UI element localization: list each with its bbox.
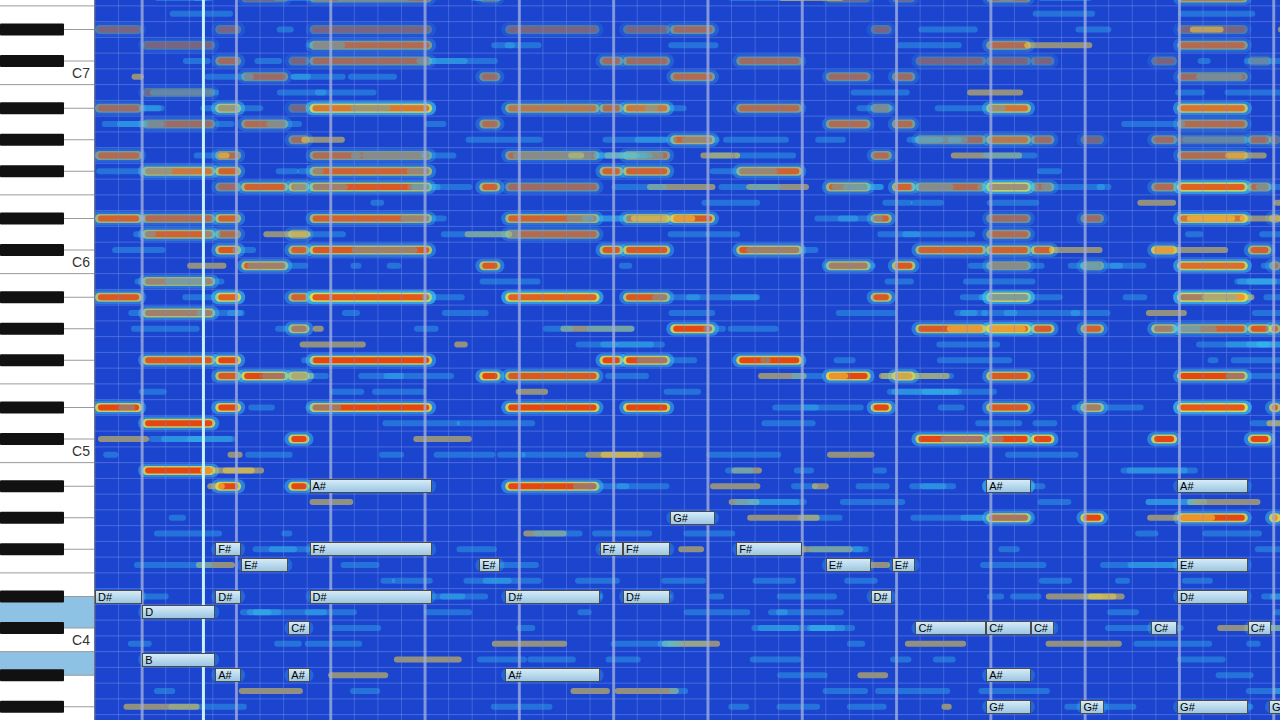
note-block[interactable]: C# xyxy=(1151,621,1177,635)
note-block[interactable]: D# xyxy=(505,590,599,604)
note-block[interactable]: G xyxy=(1269,700,1280,714)
note-block[interactable]: G# xyxy=(1177,700,1248,714)
note-block[interactable]: A# xyxy=(1177,479,1248,493)
note-block[interactable]: A# xyxy=(505,668,599,682)
note-block[interactable]: C# xyxy=(1031,621,1055,635)
note-block[interactable]: F# xyxy=(215,542,241,556)
svg-text:C4: C4 xyxy=(72,632,90,648)
piano-roll-window: C7C6C5C4D#DBF#D#A#E#C#A#A#F#D#E#D#A#F#F#… xyxy=(0,0,1280,720)
note-block[interactable]: A# xyxy=(986,479,1031,493)
note-block[interactable]: E# xyxy=(479,558,500,572)
note-block[interactable]: C# xyxy=(986,621,1031,635)
note-block[interactable]: G# xyxy=(670,511,715,525)
spectrogram-icon xyxy=(95,0,1280,720)
note-block[interactable]: G# xyxy=(1080,700,1104,714)
note-block[interactable]: A# xyxy=(986,668,1031,682)
note-block[interactable]: B xyxy=(142,653,215,667)
note-block[interactable]: A# xyxy=(310,479,433,493)
svg-text:C6: C6 xyxy=(72,254,90,270)
note-block[interactable]: E# xyxy=(892,558,916,572)
note-block[interactable]: G# xyxy=(986,700,1031,714)
note-block[interactable]: F# xyxy=(623,542,670,556)
note-canvas[interactable]: D#DBF#D#A#E#C#A#A#F#D#E#D#A#F#F#D#G#F#E#… xyxy=(95,0,1280,720)
note-block[interactable]: D# xyxy=(1177,590,1248,604)
note-block[interactable]: C# xyxy=(288,621,309,635)
note-block[interactable]: D# xyxy=(215,590,241,604)
note-block[interactable]: C# xyxy=(1248,621,1272,635)
note-block[interactable]: F# xyxy=(600,542,624,556)
note-block[interactable]: E# xyxy=(241,558,288,572)
note-block[interactable]: E# xyxy=(1177,558,1248,572)
note-block[interactable]: A# xyxy=(215,668,241,682)
note-block[interactable]: F# xyxy=(310,542,433,556)
note-block[interactable]: D# xyxy=(310,590,433,604)
note-block[interactable]: D# xyxy=(95,590,142,604)
note-block[interactable]: A# xyxy=(288,668,309,682)
svg-text:C5: C5 xyxy=(72,443,90,459)
note-block[interactable]: E# xyxy=(826,558,871,572)
note-block[interactable]: F# xyxy=(736,542,802,556)
note-block[interactable]: D xyxy=(142,605,215,619)
note-block[interactable]: D# xyxy=(871,590,892,604)
svg-text:C7: C7 xyxy=(72,65,90,81)
note-block[interactable]: C# xyxy=(915,621,986,635)
note-block[interactable]: D# xyxy=(623,590,670,604)
piano-keys-icon: C7 C6 C5 C4 xyxy=(0,0,95,720)
piano-keyboard[interactable]: C7 C6 C5 C4 xyxy=(0,0,95,720)
